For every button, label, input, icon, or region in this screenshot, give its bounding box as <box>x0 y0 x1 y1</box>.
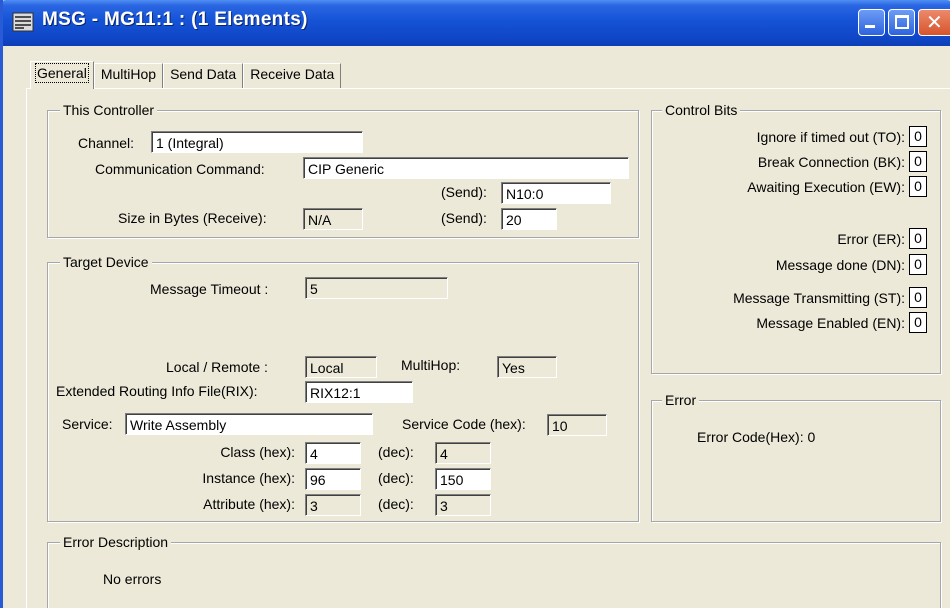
control-bit-value-ew[interactable]: 0 <box>909 176 927 197</box>
close-icon: ✕ <box>926 12 943 34</box>
channel-label: Channel: <box>78 135 135 151</box>
error-code-text: Error Code(Hex): 0 <box>697 429 816 445</box>
message-dialog-window: MSG - MG11:1 : (1 Elements) ✕ General Mu… <box>0 0 950 608</box>
control-bit-value-en[interactable]: 0 <box>909 312 927 333</box>
tab-receive-data[interactable]: Receive Data <box>243 63 342 88</box>
minimize-icon <box>865 25 875 28</box>
attribute-label: Attribute (hex): <box>203 496 295 512</box>
send-table-field[interactable]: N10:0 <box>501 182 611 204</box>
control-bit-value-st[interactable]: 0 <box>909 287 927 308</box>
attribute-hex-field: 3 <box>305 494 361 516</box>
class-dec-label: (dec): <box>378 444 414 460</box>
send-size-label: (Send): <box>441 210 487 226</box>
send-size-field[interactable]: 20 <box>501 208 557 230</box>
channel-field[interactable]: 1 (Integral) <box>151 131 363 153</box>
class-hex-field[interactable]: 4 <box>305 442 361 464</box>
message-timeout-field: 5 <box>305 277 448 299</box>
service-field[interactable]: Write Assembly <box>125 413 373 435</box>
window-title: MSG - MG11:1 : (1 Elements) <box>42 9 308 30</box>
maximize-icon <box>895 15 909 29</box>
error-group: Error <box>651 391 941 522</box>
control-bit-value-dn[interactable]: 0 <box>909 254 927 275</box>
rix-field[interactable]: RIX12:1 <box>305 381 413 403</box>
control-bit-label-to: Ignore if timed out (TO): <box>756 129 905 145</box>
class-dec-field: 4 <box>435 442 491 464</box>
instance-dec-field[interactable]: 150 <box>435 468 491 490</box>
tab-general[interactable]: General <box>30 61 94 89</box>
multihop-field: Yes <box>497 356 557 378</box>
control-bits-label: Control Bits <box>662 101 741 119</box>
tab-multihop-label: MultiHop <box>100 66 157 82</box>
size-receive-field: N/A <box>303 208 363 230</box>
instance-hex-field[interactable]: 96 <box>305 468 361 490</box>
close-button[interactable]: ✕ <box>918 9 950 36</box>
attribute-dec-field: 3 <box>435 494 491 516</box>
tab-strip: General MultiHop Send Data Receive Data <box>30 61 342 89</box>
control-bit-label-en: Message Enabled (EN): <box>756 315 905 331</box>
communication-command-field[interactable]: CIP Generic <box>303 157 629 179</box>
error-group-label: Error <box>662 391 700 409</box>
tab-receive-data-label: Receive Data <box>250 66 335 82</box>
maximize-button[interactable] <box>888 9 915 36</box>
this-controller-label: This Controller <box>60 101 158 119</box>
target-device-label: Target Device <box>60 253 152 271</box>
minimize-button[interactable] <box>858 9 885 36</box>
tab-send-data[interactable]: Send Data <box>163 63 244 88</box>
local-remote-label: Local / Remote : <box>166 359 268 375</box>
service-label: Service: <box>62 416 113 432</box>
instance-label: Instance (hex): <box>202 470 295 486</box>
multihop-label: MultiHop: <box>401 357 461 373</box>
size-receive-label: Size in Bytes (Receive): <box>118 210 267 226</box>
error-description-label: Error Description <box>60 533 172 551</box>
control-bit-value-er[interactable]: 0 <box>909 228 927 249</box>
error-description-group: Error Description <box>47 533 941 608</box>
communication-command-label: Communication Command: <box>95 161 265 177</box>
send-table-label: (Send): <box>441 184 487 200</box>
attribute-dec-label: (dec): <box>378 496 414 512</box>
message-timeout-label: Message Timeout : <box>150 281 269 297</box>
control-bit-label-dn: Message done (DN): <box>775 257 905 273</box>
local-remote-field: Local <box>305 356 377 378</box>
instance-dec-label: (dec): <box>378 470 414 486</box>
tab-send-data-label: Send Data <box>170 66 237 82</box>
rix-label: Extended Routing Info File(RIX): <box>56 383 258 399</box>
tab-multihop[interactable]: MultiHop <box>93 63 164 88</box>
error-description-text: No errors <box>103 571 162 587</box>
control-bit-label-er: Error (ER): <box>837 231 905 247</box>
control-bit-value-bk[interactable]: 0 <box>909 151 927 172</box>
control-bit-label-bk: Break Connection (BK): <box>757 154 905 170</box>
service-code-label: Service Code (hex): <box>402 416 526 432</box>
control-bit-value-to[interactable]: 0 <box>909 126 927 147</box>
control-bit-label-st: Message Transmitting (ST): <box>733 290 905 306</box>
service-code-field: 10 <box>547 414 607 436</box>
tab-general-label: General <box>35 63 89 83</box>
control-bit-label-ew: Awaiting Execution (EW): <box>747 179 905 195</box>
app-icon <box>12 12 34 32</box>
title-bar[interactable]: MSG - MG11:1 : (1 Elements) ✕ <box>3 0 950 46</box>
class-label: Class (hex): <box>220 444 295 460</box>
